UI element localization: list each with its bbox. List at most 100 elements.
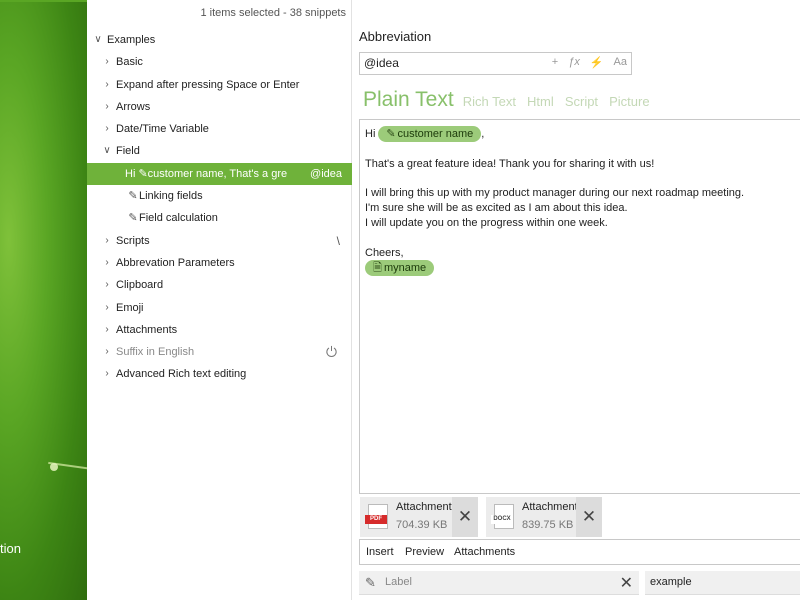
- tree-item-abbrevation-parameters[interactable]: › Abbrevation Parameters: [87, 252, 352, 274]
- chevron-down-icon[interactable]: ∨: [93, 29, 103, 51]
- tree-item-label: Basic: [116, 56, 143, 69]
- abbreviation-field[interactable]: + ƒx ⚡ Aa: [359, 52, 632, 75]
- tree-item-hi-customer-selected[interactable]: Hi ✎customer name, That's a gre @idea: [87, 162, 352, 186]
- chevron-right-icon[interactable]: ›: [102, 96, 112, 118]
- sidebar-text: tion: [0, 541, 21, 556]
- attachment-card[interactable]: DOCX Attachment 839.75 KB ✕: [486, 497, 602, 537]
- tree-item-clipboard[interactable]: › Clipboard: [87, 274, 352, 296]
- tree-item-label: Advanced Rich text editing: [116, 368, 247, 381]
- label-field[interactable]: ✎ ✕: [359, 571, 639, 595]
- tree-item-content: ✎Field calculation: [127, 207, 218, 229]
- chevron-right-icon[interactable]: ›: [102, 363, 112, 385]
- abbreviation-tools: + ƒx ⚡ Aa: [552, 56, 627, 69]
- content-text: ,: [481, 127, 485, 140]
- pill-label: myname: [384, 262, 427, 275]
- chevron-right-icon[interactable]: ›: [102, 252, 112, 274]
- tree-item-attachments[interactable]: › Attachments: [87, 319, 352, 341]
- close-icon[interactable]: ✕: [576, 497, 602, 537]
- tree-item-examples[interactable]: ∨ Examples: [87, 29, 352, 51]
- chevron-right-icon[interactable]: ›: [102, 230, 112, 252]
- snippet-tree-panel: 1 items selected - 38 snippets ∨ Example…: [87, 0, 352, 600]
- tree-item-label: Suffix in English: [116, 346, 195, 359]
- content-text: Hi: [365, 127, 376, 140]
- tab-insert[interactable]: Insert: [366, 546, 394, 558]
- snippet-content-editor[interactable]: Hi ✎ customer name, That's a great featur…: [359, 119, 800, 494]
- example-input[interactable]: [650, 576, 790, 588]
- tree-item-scripts[interactable]: › Scripts \: [87, 230, 352, 252]
- close-icon[interactable]: ✕: [620, 573, 633, 593]
- snippet-pill-myname[interactable]: 🗎 myname: [365, 260, 435, 277]
- tree-item-label: Field: [116, 145, 140, 158]
- tree-item-label: Field calculation: [139, 212, 218, 225]
- chevron-right-icon[interactable]: ›: [102, 51, 112, 73]
- bottom-tab-bar: Insert Preview Attachments: [359, 539, 800, 565]
- pencil-icon: ✎: [386, 128, 396, 140]
- pencil-icon: ✎: [128, 212, 138, 225]
- tree-item-label: Scripts: [116, 234, 150, 247]
- label-input[interactable]: [385, 576, 605, 588]
- tree-item-field-calculation[interactable]: ✎Field calculation: [87, 207, 352, 229]
- tree-item-field[interactable]: ∨ Field: [87, 140, 352, 162]
- tree-item-label: Attachments: [116, 323, 178, 336]
- tree-item-label: Clipboard: [116, 279, 164, 292]
- attachment-name: Attachment: [522, 501, 578, 513]
- tree-item-label: Linking fields: [139, 190, 203, 203]
- content-line-1: Hi ✎ customer name,: [365, 126, 795, 142]
- pill-label: customer name: [397, 128, 474, 140]
- tab-picture[interactable]: Picture: [609, 94, 649, 109]
- chevron-down-icon[interactable]: ∨: [102, 140, 112, 162]
- content-line-7: 🗎 myname: [365, 260, 795, 277]
- tree-item-label: Examples: [107, 34, 156, 46]
- tab-script[interactable]: Script: [565, 94, 598, 109]
- tab-preview[interactable]: Preview: [405, 546, 444, 558]
- wallpaper-sidebar: tion: [0, 0, 87, 600]
- tab-plain-text[interactable]: Plain Text: [363, 88, 454, 111]
- tree-item-label: Abbrevation Parameters: [116, 256, 235, 269]
- content-type-tabs: Plain Text Rich Text Html Script Picture: [363, 88, 658, 112]
- attachment-card[interactable]: PDF Attachment 704.39 KB ✕: [360, 497, 478, 537]
- tree-item-label: Emoji: [116, 301, 144, 314]
- chevron-right-icon[interactable]: ›: [102, 74, 112, 96]
- tab-html[interactable]: Html: [527, 94, 554, 109]
- tree-item-expand[interactable]: › Expand after pressing Space or Enter: [87, 74, 352, 96]
- pencil-icon: ✎: [128, 190, 138, 203]
- tree-item-advanced-rich-text[interactable]: › Advanced Rich text editing: [87, 363, 352, 385]
- chevron-right-icon[interactable]: ›: [102, 297, 112, 319]
- attachment-size: 704.39 KB: [396, 519, 448, 531]
- tab-rich-text[interactable]: Rich Text: [463, 94, 516, 109]
- add-icon[interactable]: +: [552, 56, 558, 69]
- pdf-file-icon: PDF: [365, 504, 388, 529]
- selection-status: 1 items selected - 38 snippets: [200, 7, 346, 19]
- function-icon[interactable]: ƒx: [568, 56, 580, 69]
- docx-file-icon: DOCX: [491, 504, 514, 529]
- tree-item-label: Arrows: [116, 100, 151, 113]
- tree-item-label: Expand after pressing Space or Enter: [116, 78, 300, 91]
- case-icon[interactable]: Aa: [614, 56, 627, 69]
- chevron-right-icon[interactable]: ›: [102, 118, 112, 140]
- close-icon[interactable]: ✕: [452, 497, 478, 537]
- lightning-icon[interactable]: ⚡: [590, 56, 604, 69]
- wallpaper-dot: [50, 463, 58, 471]
- tree-item-suffix-english[interactable]: › Suffix in English: [87, 341, 352, 363]
- content-line-3: I will bring this up with my product man…: [365, 187, 745, 200]
- abbreviation-input[interactable]: [364, 56, 544, 70]
- chevron-right-icon[interactable]: ›: [102, 274, 112, 296]
- field-pill-customer-name[interactable]: ✎ customer name: [378, 126, 482, 142]
- chevron-right-icon[interactable]: ›: [102, 319, 112, 341]
- snippet-tree: ∨ Examples › Basic › Expand after pressi…: [87, 29, 352, 386]
- tree-item-content: ✎Linking fields: [127, 185, 203, 207]
- chevron-right-icon[interactable]: ›: [102, 341, 112, 363]
- tab-attachments[interactable]: Attachments: [454, 546, 515, 558]
- tree-item-emoji[interactable]: › Emoji: [87, 297, 352, 319]
- power-icon[interactable]: [325, 345, 338, 358]
- snippet-abbreviation: @idea: [310, 167, 342, 180]
- attachment-name: Attachment: [396, 501, 452, 513]
- tree-item-label: Hi ✎customer name, That's a gre: [125, 167, 288, 180]
- tree-item-linking-fields[interactable]: ✎Linking fields: [87, 185, 352, 207]
- pencil-icon: ✎: [365, 575, 376, 590]
- tree-item-arrows[interactable]: › Arrows: [87, 96, 352, 118]
- tree-item-datetime[interactable]: › Date/Time Variable: [87, 118, 352, 140]
- attachment-size: 839.75 KB: [522, 519, 574, 531]
- tree-item-basic[interactable]: › Basic: [87, 51, 352, 73]
- example-field[interactable]: [645, 571, 800, 595]
